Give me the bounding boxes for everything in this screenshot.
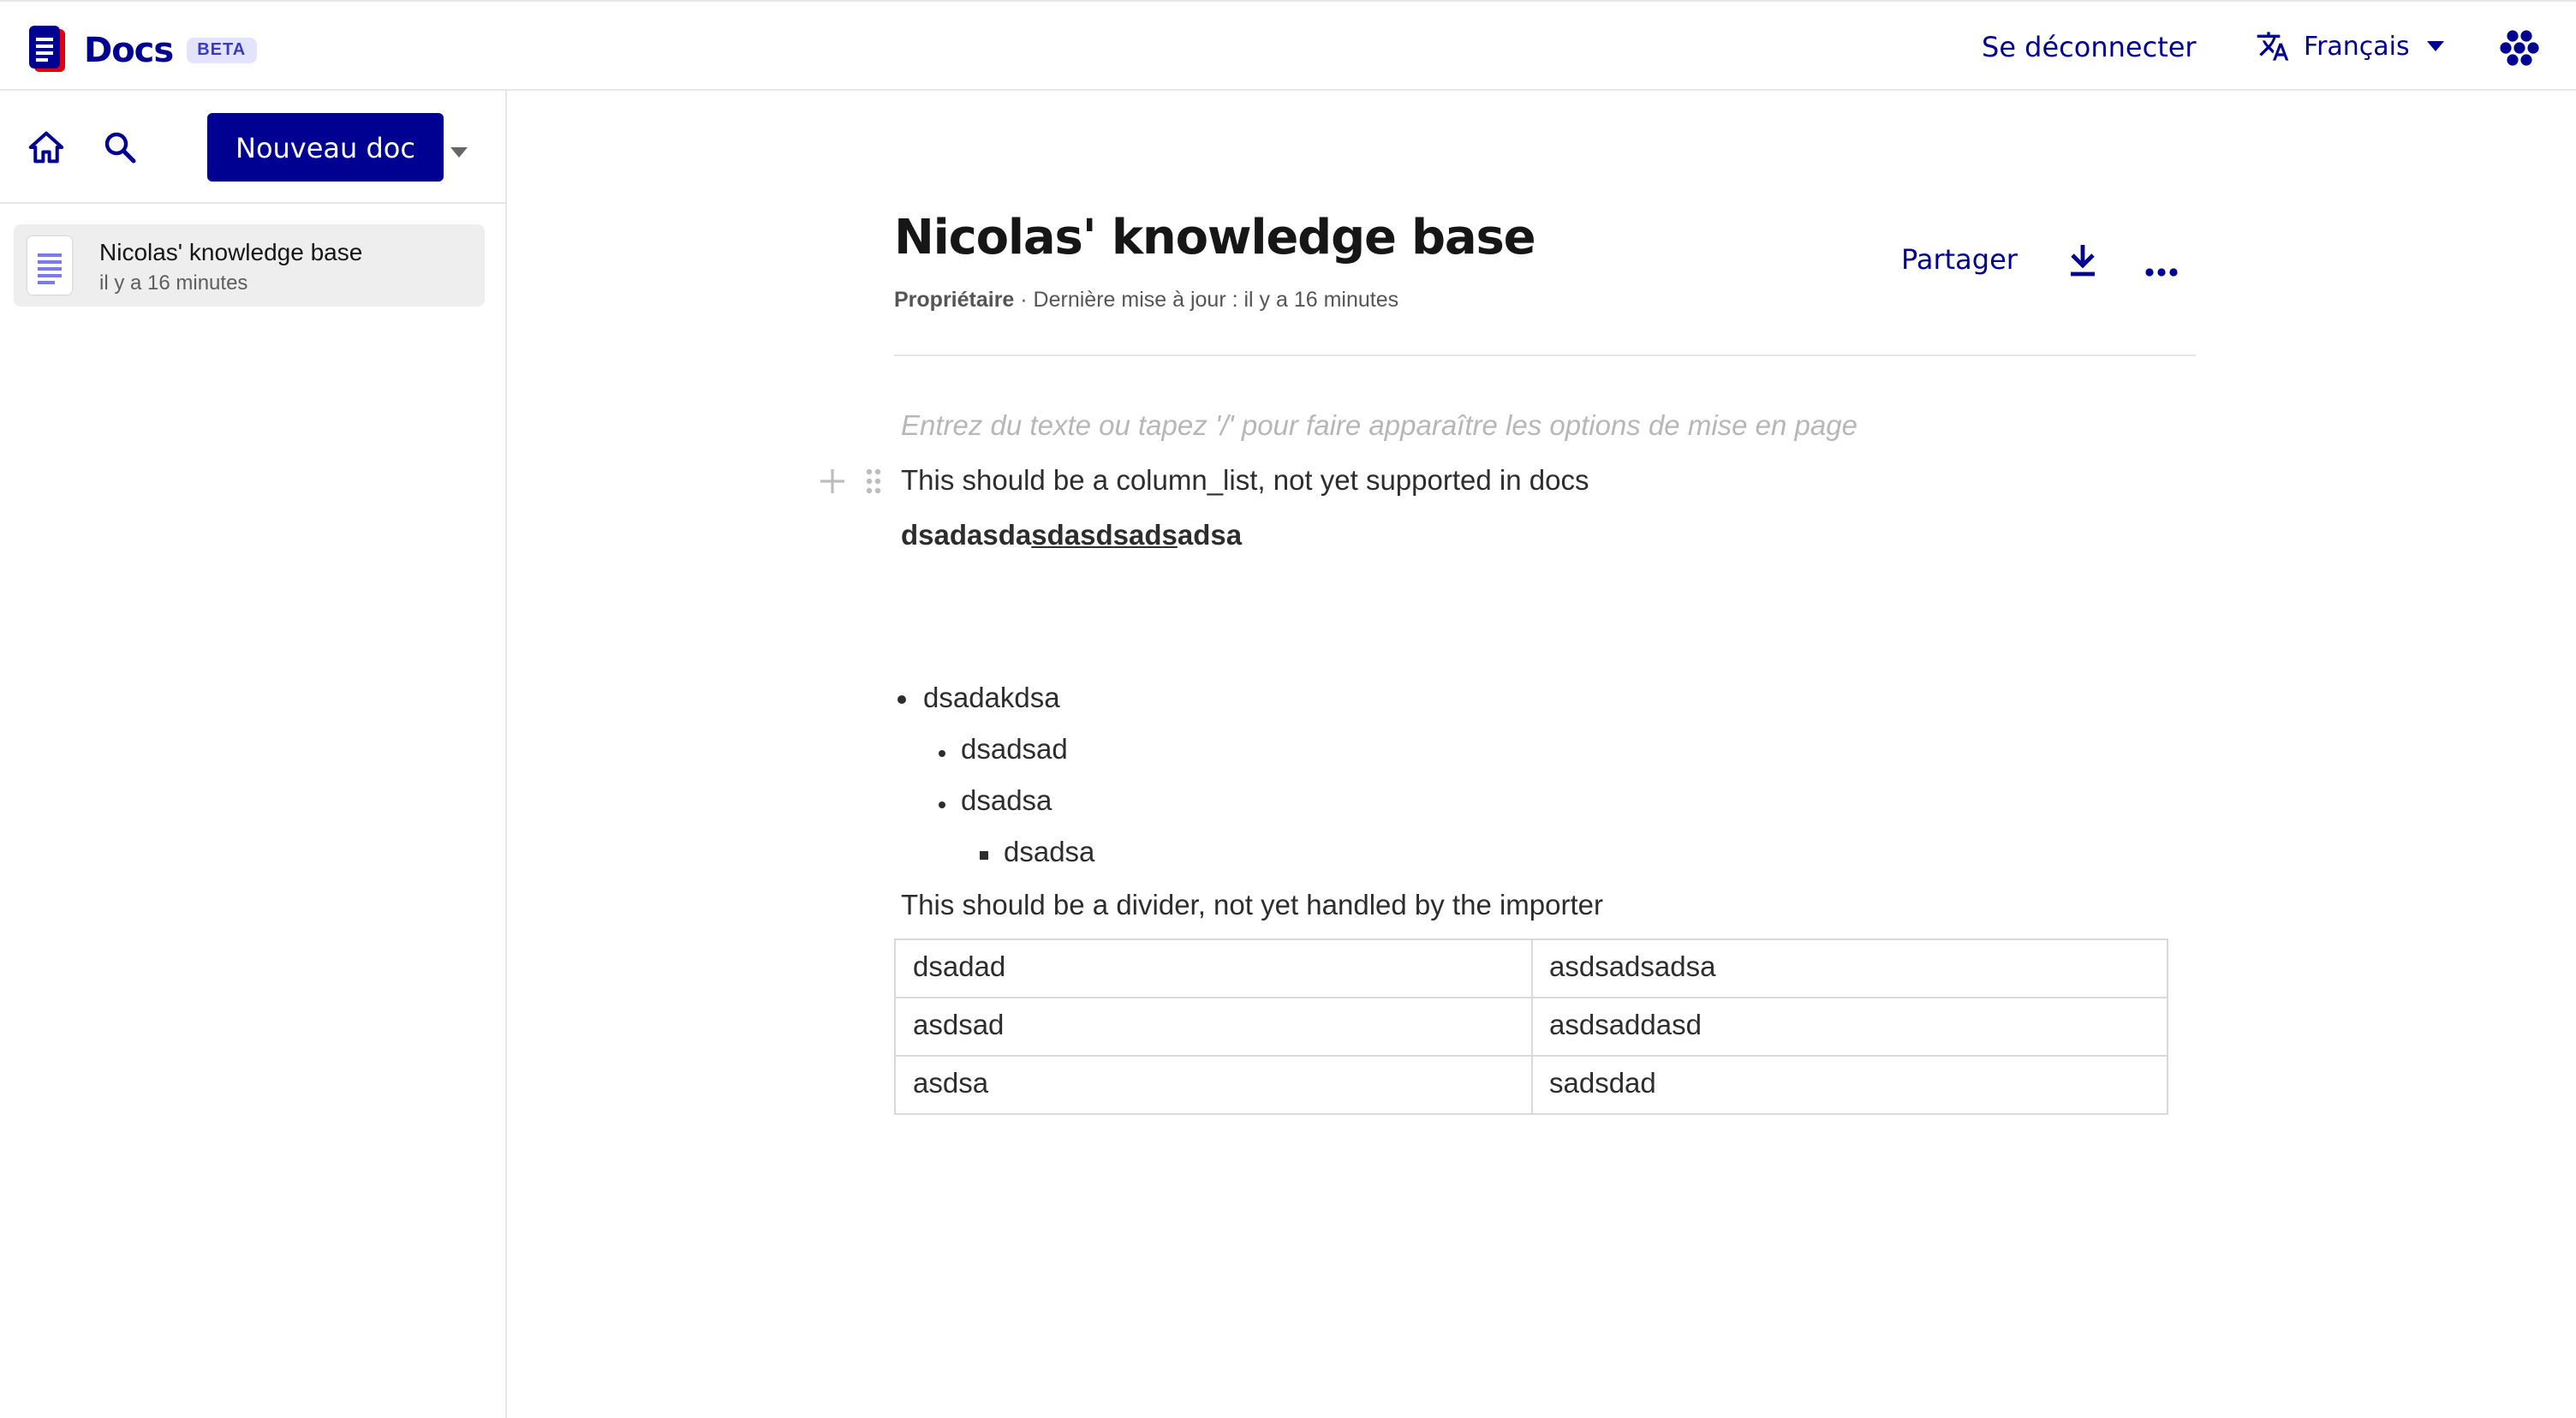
more-options-button[interactable] [2144,255,2179,286]
paragraph-column-list[interactable]: This should be a column_list, not yet su… [901,466,1589,498]
table-cell[interactable]: asdsad [894,997,1532,1057]
more-horizontal-icon [2145,268,2178,277]
drag-handle-icon [866,468,881,494]
beta-badge: BETA [187,37,257,63]
list-item[interactable]: dsadakdsa [923,683,1060,716]
apps-menu-button[interactable] [2499,27,2540,77]
docs-logo-icon [29,26,65,72]
top-header: Docs BETA Se déconnecter Français [0,0,2576,91]
app-name: Docs [84,29,174,70]
list-item[interactable]: dsadsad [961,735,1068,767]
plus-icon [820,469,844,493]
bullet-marker [939,801,945,808]
logout-button[interactable]: Se déconnecter [1982,31,2197,63]
bold-text-part2: adsa [1177,521,1243,551]
table-cell[interactable]: dsadad [894,938,1532,998]
search-icon [104,132,136,164]
new-doc-button[interactable]: Nouveau doc [207,113,444,182]
translate-icon [2257,32,2289,61]
document-meta: Propriétaire · Dernière mise à jour : il… [894,288,1398,312]
table-row: asdsad asdsaddasd [894,997,2168,1057]
download-button[interactable] [2066,241,2100,288]
document-icon [27,236,72,295]
bullet-marker [897,695,906,704]
drag-handle[interactable] [865,468,882,503]
underlined-text: sdasdsads [1031,521,1178,551]
list-item[interactable]: dsadsa [961,786,1052,819]
table-cell[interactable]: asdsaddasd [1530,997,2168,1057]
paragraph-divider-note[interactable]: This should be a divider, not yet handle… [901,891,1603,923]
add-block-button[interactable] [819,468,846,503]
sidebar-doc-item[interactable]: Nicolas' knowledge base il y a 16 minute… [14,224,485,307]
list-item[interactable]: dsadsa [1004,837,1094,870]
document-title[interactable]: Nicolas' knowledge base [894,209,1536,265]
document-table: dsadad asdsadsadsa asdsad asdsaddasd asd… [894,938,2168,1115]
bold-text-part1: dsadasda [901,521,1032,551]
bold-paragraph[interactable]: dsadasdasdasdsadsadsa [901,521,1242,553]
table-row: asdsa sadsdad [894,1055,2168,1115]
language-label: Français [2304,31,2410,62]
download-icon [2071,245,2095,277]
new-doc-options-button[interactable] [450,135,468,166]
sidebar-toolbar: Nouveau doc [0,91,505,204]
language-selector[interactable]: Français [2256,29,2444,63]
document-updated: · Dernière mise à jour : il y a 16 minut… [1014,288,1399,312]
apps-grid-icon [2500,30,2539,66]
bullet-marker [939,750,945,757]
document-role: Propriétaire [894,288,1015,312]
table-cell[interactable]: asdsa [894,1055,1532,1115]
header-divider [894,354,2196,356]
sidebar-doc-updated: il y a 16 minutes [99,271,248,295]
table-cell[interactable]: asdsadsadsa [1530,938,2168,998]
bullet-marker [980,851,988,860]
sidebar-doc-title: Nicolas' knowledge base [99,238,363,265]
chevron-down-icon [2426,41,2444,51]
docs-logo[interactable]: Docs BETA [27,24,257,75]
home-button[interactable] [27,130,65,164]
table-cell[interactable]: sadsdad [1530,1055,2168,1115]
search-button[interactable] [103,130,137,164]
editor-placeholder[interactable]: Entrez du texte ou tapez '/' pour faire … [901,411,1857,444]
table-row: dsadad asdsadsadsa [894,938,2168,998]
sidebar: Nouveau doc Nicolas' knowledge base il y… [0,91,507,1418]
chevron-down-icon [450,147,468,158]
share-button[interactable]: Partager [1901,243,2018,276]
home-icon [28,131,64,164]
